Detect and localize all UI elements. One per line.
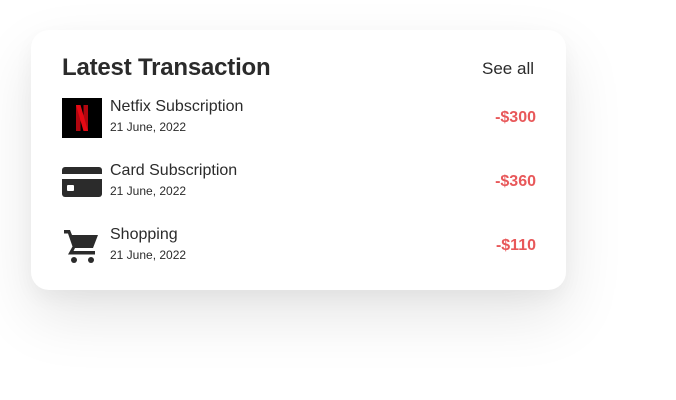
shopping-cart-icon — [62, 226, 102, 266]
transaction-amount: -$110 — [495, 237, 536, 254]
card-title: Latest Transaction — [62, 54, 271, 81]
transaction-date: 21 June, 2022 — [110, 184, 187, 198]
transaction-date: 21 June, 2022 — [110, 248, 187, 262]
transaction-title: Card Subscription — [110, 162, 238, 179]
latest-transaction-card: Latest Transaction See all Netfix Subscr… — [31, 30, 566, 290]
transaction-date: 21 June, 2022 — [110, 120, 187, 134]
transaction-row-shopping[interactable]: Shopping 21 June, 2022 -$110 — [62, 226, 536, 266]
transaction-row-netflix[interactable]: Netfix Subscription 21 June, 2022 -$300 — [62, 98, 536, 138]
see-all-link[interactable]: See all — [482, 59, 534, 79]
transaction-amount: -$300 — [495, 109, 536, 126]
transaction-row-card[interactable]: Card Subscription 21 June, 2022 -$360 — [62, 162, 536, 202]
credit-card-icon — [62, 162, 102, 202]
transaction-title: Netfix Subscription — [110, 98, 244, 115]
transaction-title: Shopping — [110, 226, 178, 243]
netflix-logo-icon — [62, 98, 102, 138]
transaction-amount: -$360 — [495, 173, 536, 190]
